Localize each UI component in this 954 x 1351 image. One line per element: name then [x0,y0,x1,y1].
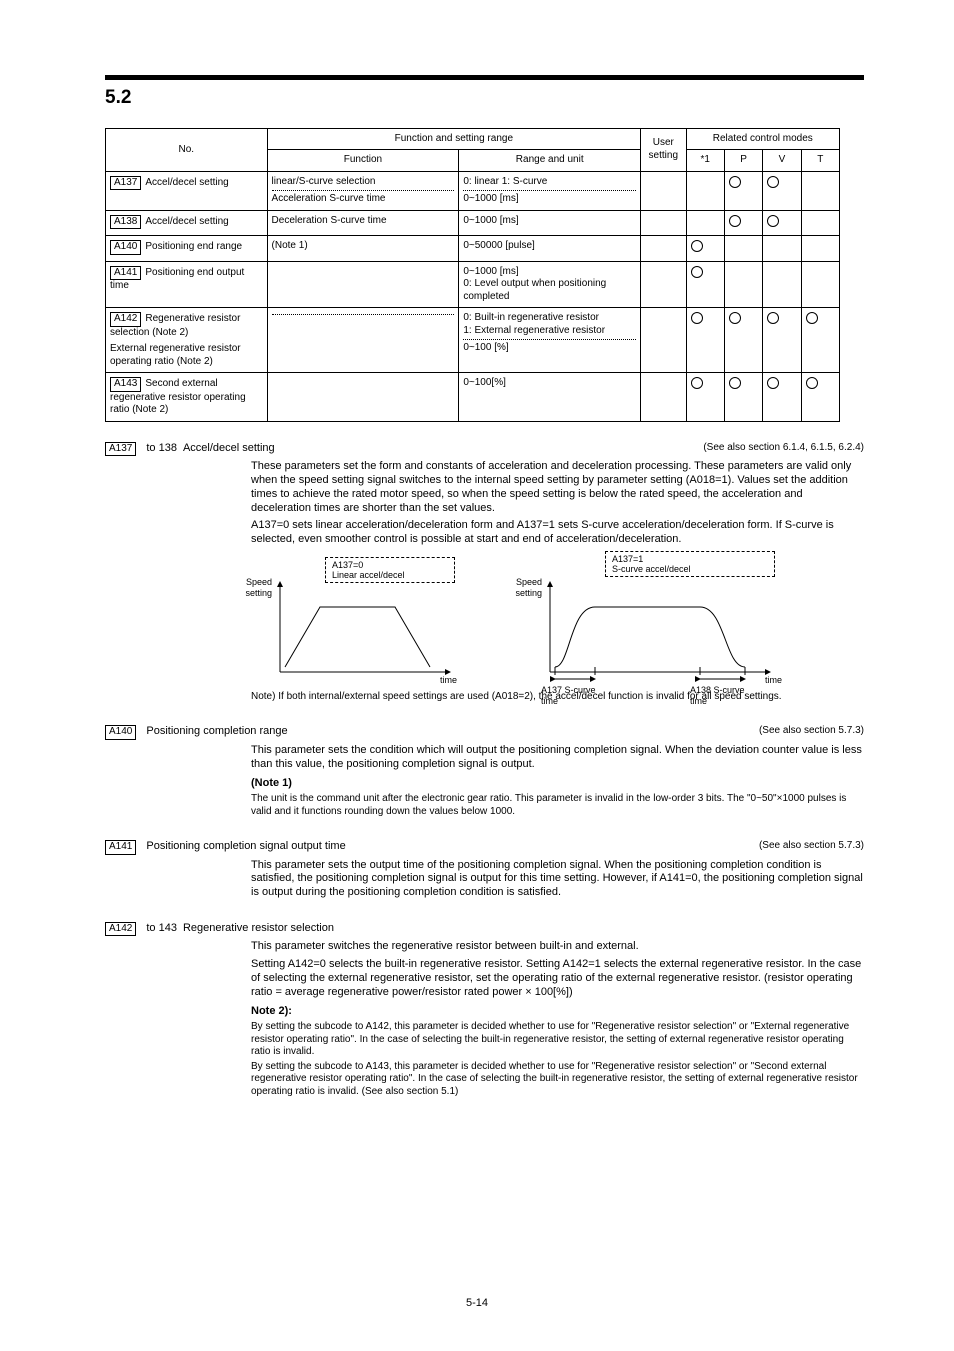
diagram-row: A137=0Linear accel/deceltimeSpeed settin… [265,557,864,687]
table-row: A142Regenerative resistor selection (Not… [106,308,840,373]
th-funcrange: Function and setting range [267,128,641,150]
diagram-linear: A137=0Linear accel/deceltimeSpeed settin… [265,557,485,687]
param-code: A142 [110,312,141,327]
description-item: A137to 138Accel/decel setting(See also s… [105,442,864,704]
th-no: No. [106,128,268,171]
table-row: A141Positioning end output time0~1000 [m… [106,261,840,308]
diagram-scurve: A137=1S-curve accel/decelA137 S-curve ti… [535,557,795,687]
mode-P: P [724,150,762,172]
description-item: A140Positioning completion range(See als… [105,725,864,818]
description-item: A142to 143Regenerative resistor selectio… [105,922,864,1098]
param-code: A137 [105,442,136,457]
parameter-table: No. Function and setting range User sett… [105,128,840,422]
table-row: A140Positioning end range(Note 1)0~50000… [106,236,840,262]
divider-bar [105,75,864,80]
param-code: A137 [110,176,141,191]
th-user: User setting [641,128,686,171]
table-row: A138Accel/decel settingDeceleration S-cu… [106,210,840,236]
param-code: A138 [110,215,141,230]
param-code: A141 [105,840,136,855]
section-number: 5.2 [105,86,864,110]
th-func: Function [267,150,459,172]
param-label: Accel/decel setting [145,216,228,227]
th-range: Range and unit [459,150,641,172]
description-item: A141Positioning completion signal output… [105,840,864,900]
table-row: A137Accel/decel settinglinear/S-curve se… [106,171,840,210]
th-modes: Related control modes [686,128,840,150]
param-label: Positioning end range [145,241,242,252]
param-code: A142 [105,922,136,937]
param-label: Accel/decel setting [145,177,228,188]
param-code: A141 [110,266,141,281]
param-code: A140 [105,725,136,740]
page-number: 5-14 [0,1297,954,1311]
param-code: A143 [110,377,141,392]
param-code: A140 [110,240,141,255]
mode-V: V [763,150,801,172]
table-row: A143Second external regenerative resisto… [106,373,840,422]
mode-T: T [801,150,839,172]
